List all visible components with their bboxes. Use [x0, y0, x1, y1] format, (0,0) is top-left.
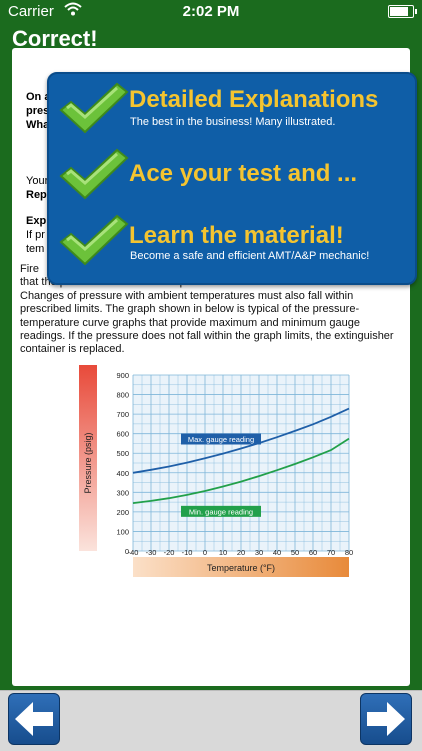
- x-tick-label: 30: [255, 548, 263, 557]
- y-tick-label: 100: [116, 527, 129, 536]
- x-tick-label: 20: [237, 548, 245, 557]
- x-tick-label: 10: [219, 548, 227, 557]
- x-tick-label: 60: [309, 548, 317, 557]
- promo-heading: Ace your test and ...: [129, 160, 358, 187]
- checkmark-icon: [59, 148, 129, 200]
- promo-heading: Detailed Explanations: [129, 86, 379, 113]
- x-tick-label: 80: [345, 548, 353, 557]
- back-button[interactable]: [8, 693, 60, 745]
- series-label: Min. gauge reading: [189, 507, 253, 516]
- explanation-heading: Exp: [26, 215, 47, 227]
- explanation-fire-prefix: Fire: [20, 263, 39, 275]
- x-tick-label: 0: [203, 548, 207, 557]
- answer-text: Rep: [26, 189, 47, 201]
- question-line: pres: [26, 105, 50, 117]
- y-tick-label: 500: [116, 449, 129, 458]
- y-axis-label: Pressure (psig): [83, 432, 93, 493]
- promo-item: Ace your test and ...: [49, 144, 415, 204]
- chart-svg: 0 100 200 300 400 500 600 700 800 900 -40 -30 -20 -10…: [79, 365, 353, 577]
- battery-icon: [388, 5, 417, 18]
- promo-heading: Learn the material!: [129, 222, 344, 249]
- explanation-line: If pr: [26, 229, 45, 241]
- y-tick-label: 600: [116, 430, 129, 439]
- x-tick-label: 70: [327, 548, 335, 557]
- x-tick-label: -30: [146, 548, 157, 557]
- y-tick-label: 200: [116, 508, 129, 517]
- status-bar: Carrier 2:02 PM: [0, 0, 422, 22]
- question-line: Wha: [26, 119, 50, 131]
- clock: 2:02 PM: [182, 3, 240, 20]
- x-tick-label: -20: [164, 548, 175, 557]
- left-arrow-icon: [15, 702, 53, 736]
- y-tick-label: 400: [116, 469, 129, 478]
- right-arrow-icon: [367, 702, 405, 736]
- bottom-toolbar: [0, 690, 422, 751]
- forward-button[interactable]: [360, 693, 412, 745]
- y-tick-label: 900: [116, 371, 129, 380]
- x-tick-label: -40: [128, 548, 139, 557]
- y-tick-label: 800: [116, 391, 129, 400]
- x-tick-label: -10: [182, 548, 193, 557]
- promo-subtext: Become a safe and efficient AMT/A&P mech…: [130, 250, 370, 262]
- series-label: Max. gauge reading: [188, 435, 254, 444]
- promo-item: Detailed Explanations The best in the bu…: [49, 78, 415, 138]
- x-tick-label: 50: [291, 548, 299, 557]
- promo-subtext: The best in the business! Many illustrat…: [130, 116, 336, 128]
- promo-overlay[interactable]: Detailed Explanations The best in the bu…: [47, 72, 417, 285]
- checkmark-icon: [59, 82, 129, 134]
- promo-item: Learn the material! Become a safe and ef…: [49, 210, 415, 270]
- x-axis-label: Temperature (°F): [207, 563, 275, 573]
- y-tick-label: 300: [116, 488, 129, 497]
- x-tick-label: 40: [273, 548, 281, 557]
- checkmark-icon: [59, 214, 129, 266]
- explanation-paragraph: that the pressure is between the prescri…: [20, 276, 394, 356]
- your-answer-label: Your: [26, 175, 49, 187]
- y-tick-label: 700: [116, 410, 129, 419]
- pressure-temperature-chart: 0 100 200 300 400 500 600 700 800 900 -40 -30 -20 -10…: [79, 365, 355, 582]
- explanation-line: tem: [26, 243, 45, 255]
